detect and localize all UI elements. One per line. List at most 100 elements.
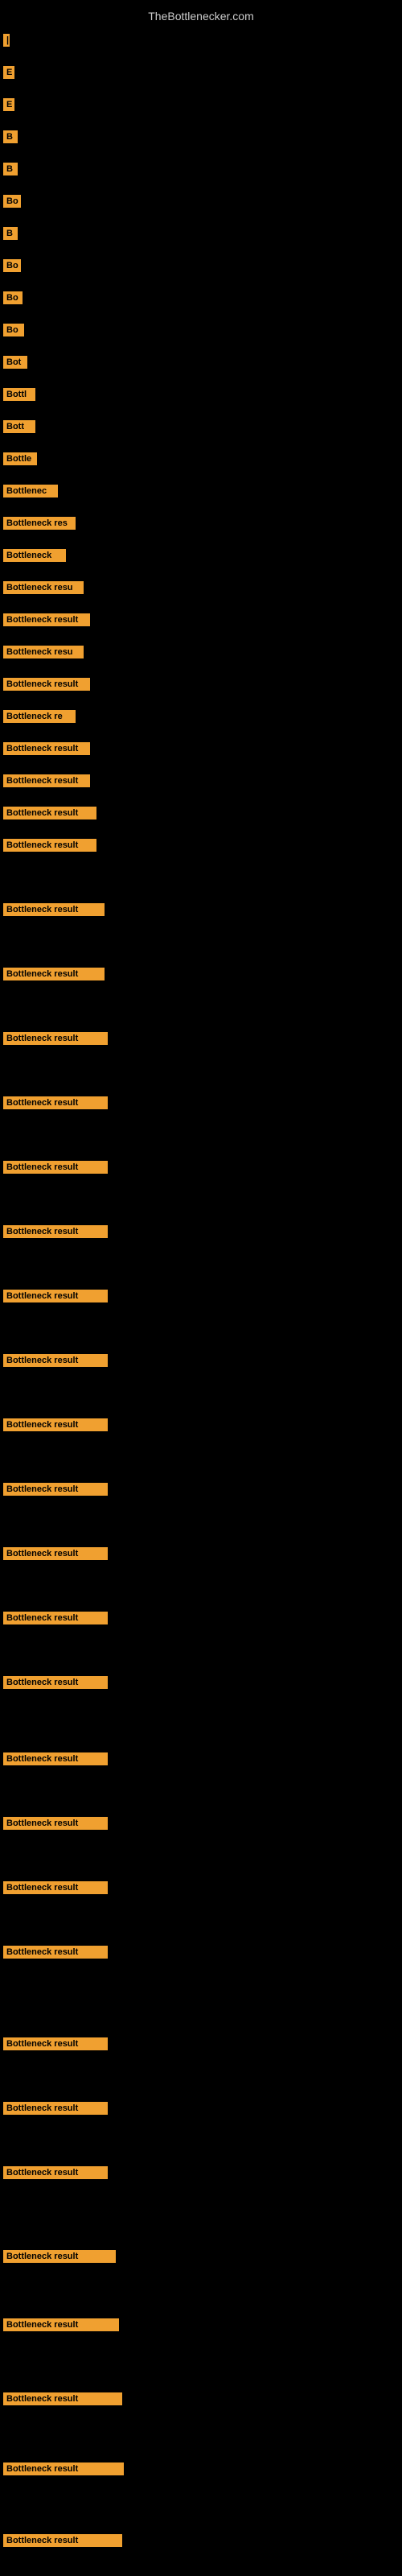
bar-label-6: Bo xyxy=(3,195,21,208)
bar-item-38: Bottleneck result xyxy=(3,1612,108,1629)
bar-item-2: E xyxy=(3,66,14,83)
bar-label-49: Bottleneck result xyxy=(3,2392,122,2405)
bar-label-4: B xyxy=(3,130,18,143)
bar-label-36: Bottleneck result xyxy=(3,1483,108,1496)
bar-item-10: Bo xyxy=(3,324,24,341)
bar-label-24: Bottleneck result xyxy=(3,774,90,787)
bar-item-47: Bottleneck result xyxy=(3,2250,116,2267)
bar-label-12: Bottl xyxy=(3,388,35,401)
bar-label-1: | xyxy=(3,34,10,47)
bar-label-27: Bottleneck result xyxy=(3,903,105,916)
bar-item-23: Bottleneck result xyxy=(3,742,90,759)
bar-label-28: Bottleneck result xyxy=(3,968,105,980)
bar-label-42: Bottleneck result xyxy=(3,1881,108,1894)
bar-item-50: Bottleneck result xyxy=(3,2462,124,2479)
bar-label-45: Bottleneck result xyxy=(3,2102,108,2115)
bar-item-7: B xyxy=(3,227,18,244)
bar-item-22: Bottleneck re xyxy=(3,710,76,727)
bar-item-1: | xyxy=(3,34,10,51)
bar-item-39: Bottleneck result xyxy=(3,1676,108,1693)
bar-label-7: B xyxy=(3,227,18,240)
bar-label-41: Bottleneck result xyxy=(3,1817,108,1830)
bar-label-46: Bottleneck result xyxy=(3,2166,108,2179)
bar-label-3: E xyxy=(3,98,14,111)
bar-item-15: Bottlenec xyxy=(3,485,58,502)
bar-label-20: Bottleneck resu xyxy=(3,646,84,658)
bar-label-51: Bottleneck result xyxy=(3,2534,122,2547)
bar-label-25: Bottleneck result xyxy=(3,807,96,819)
bar-item-36: Bottleneck result xyxy=(3,1483,108,1500)
bar-item-32: Bottleneck result xyxy=(3,1225,108,1242)
bar-item-28: Bottleneck result xyxy=(3,968,105,985)
bar-item-31: Bottleneck result xyxy=(3,1161,108,1178)
bar-item-25: Bottleneck result xyxy=(3,807,96,824)
bar-label-18: Bottleneck resu xyxy=(3,581,84,594)
bar-label-5: B xyxy=(3,163,18,175)
bar-label-33: Bottleneck result xyxy=(3,1290,108,1302)
bar-label-26: Bottleneck result xyxy=(3,839,96,852)
bar-item-16: Bottleneck res xyxy=(3,517,76,534)
bar-item-34: Bottleneck result xyxy=(3,1354,108,1371)
bar-label-11: Bot xyxy=(3,356,27,369)
bar-item-48: Bottleneck result xyxy=(3,2318,119,2335)
bar-label-40: Bottleneck result xyxy=(3,1752,108,1765)
bar-item-41: Bottleneck result xyxy=(3,1817,108,1834)
bar-label-34: Bottleneck result xyxy=(3,1354,108,1367)
bar-item-40: Bottleneck result xyxy=(3,1752,108,1769)
bar-label-50: Bottleneck result xyxy=(3,2462,124,2475)
bar-item-5: B xyxy=(3,163,18,180)
bar-label-13: Bott xyxy=(3,420,35,433)
bar-label-37: Bottleneck result xyxy=(3,1547,108,1560)
bar-item-33: Bottleneck result xyxy=(3,1290,108,1307)
bar-label-35: Bottleneck result xyxy=(3,1418,108,1431)
bar-label-48: Bottleneck result xyxy=(3,2318,119,2331)
bar-item-35: Bottleneck result xyxy=(3,1418,108,1435)
bar-label-2: E xyxy=(3,66,14,79)
bar-item-20: Bottleneck resu xyxy=(3,646,84,663)
bar-label-10: Bo xyxy=(3,324,24,336)
bar-item-18: Bottleneck resu xyxy=(3,581,84,598)
bar-item-46: Bottleneck result xyxy=(3,2166,108,2183)
bar-item-51: Bottleneck result xyxy=(3,2534,122,2551)
bar-item-26: Bottleneck result xyxy=(3,839,96,856)
bar-label-15: Bottlenec xyxy=(3,485,58,497)
bar-item-29: Bottleneck result xyxy=(3,1032,108,1049)
bar-item-44: Bottleneck result xyxy=(3,2037,108,2054)
bar-label-31: Bottleneck result xyxy=(3,1161,108,1174)
bar-item-12: Bottl xyxy=(3,388,35,405)
bar-label-44: Bottleneck result xyxy=(3,2037,108,2050)
bar-label-39: Bottleneck result xyxy=(3,1676,108,1689)
bar-label-9: Bo xyxy=(3,291,23,304)
bar-label-21: Bottleneck result xyxy=(3,678,90,691)
bar-item-19: Bottleneck result xyxy=(3,613,90,630)
bar-label-8: Bo xyxy=(3,259,21,272)
bar-item-17: Bottleneck xyxy=(3,549,66,566)
bar-item-43: Bottleneck result xyxy=(3,1946,108,1963)
bar-label-17: Bottleneck xyxy=(3,549,66,562)
bar-item-30: Bottleneck result xyxy=(3,1096,108,1113)
bar-item-3: E xyxy=(3,98,14,115)
bar-item-4: B xyxy=(3,130,18,147)
bar-label-47: Bottleneck result xyxy=(3,2250,116,2263)
bar-item-49: Bottleneck result xyxy=(3,2392,122,2409)
bar-item-14: Bottle xyxy=(3,452,37,469)
bar-item-45: Bottleneck result xyxy=(3,2102,108,2119)
bar-item-37: Bottleneck result xyxy=(3,1547,108,1564)
bar-item-42: Bottleneck result xyxy=(3,1881,108,1898)
bar-label-32: Bottleneck result xyxy=(3,1225,108,1238)
bar-label-43: Bottleneck result xyxy=(3,1946,108,1959)
site-title: TheBottlenecker.com xyxy=(0,3,402,29)
bar-label-30: Bottleneck result xyxy=(3,1096,108,1109)
bar-label-23: Bottleneck result xyxy=(3,742,90,755)
bar-item-24: Bottleneck result xyxy=(3,774,90,791)
bar-item-21: Bottleneck result xyxy=(3,678,90,695)
bar-item-13: Bott xyxy=(3,420,35,437)
bar-label-16: Bottleneck res xyxy=(3,517,76,530)
bar-label-14: Bottle xyxy=(3,452,37,465)
bar-label-38: Bottleneck result xyxy=(3,1612,108,1624)
bar-item-9: Bo xyxy=(3,291,23,308)
bar-item-8: Bo xyxy=(3,259,21,276)
bar-label-19: Bottleneck result xyxy=(3,613,90,626)
bar-label-29: Bottleneck result xyxy=(3,1032,108,1045)
bar-item-11: Bot xyxy=(3,356,27,373)
